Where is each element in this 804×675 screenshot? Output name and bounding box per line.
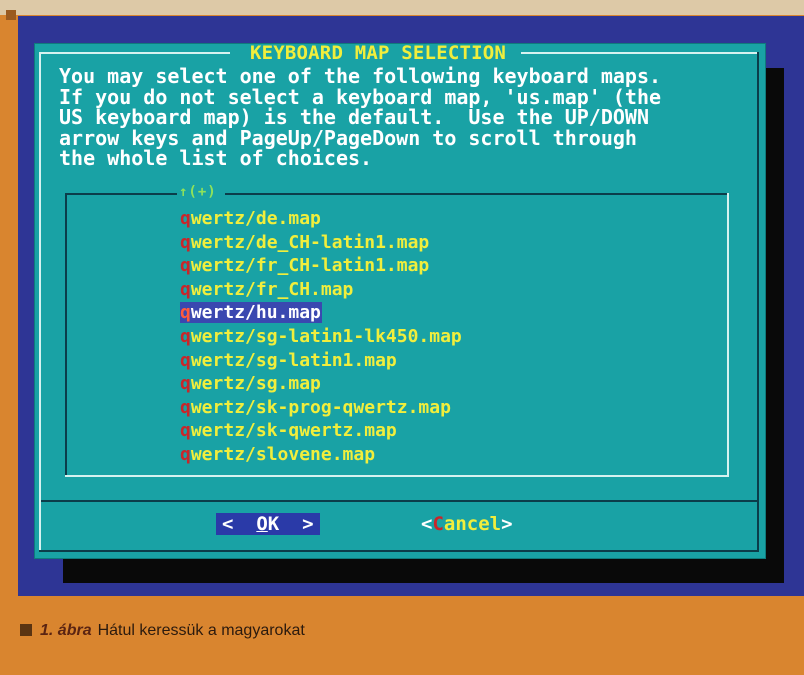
item-hotkey: q <box>180 396 191 418</box>
list-item[interactable]: qwertz/slovene.map <box>180 443 462 467</box>
ok-label: K <box>267 513 280 535</box>
figure-caption: 1. ábra Hátul keressük a magyarokat <box>20 620 305 642</box>
dialog-frame-bottom <box>39 550 759 552</box>
item-hotkey: q <box>180 255 191 277</box>
item-hotkey: q <box>180 278 191 300</box>
button-separator <box>41 500 757 502</box>
list-frame-left <box>65 193 67 477</box>
list-frame-top-left <box>65 193 177 195</box>
cancel-button[interactable]: <Cancel> <box>421 513 513 535</box>
item-label: wertz/de_CH-latin1.map <box>190 231 430 253</box>
dialog-title: KEYBOARD MAP SELECTION <box>249 42 507 64</box>
item-label: wertz/hu.map <box>190 302 321 324</box>
cancel-bracket-right: > <box>501 513 513 535</box>
list-item[interactable]: qwertz/fr_CH-latin1.map <box>180 254 462 278</box>
list-item[interactable]: qwertz/fr_CH.map <box>180 278 462 302</box>
description-line: US keyboard map) is the default. Use the… <box>59 105 650 129</box>
scroll-up-indicator[interactable]: ↑(+) <box>179 182 217 202</box>
caption-label: 1. ábra <box>40 622 92 639</box>
item-label: wertz/sg-latin1.map <box>190 349 397 371</box>
item-hotkey: q <box>180 231 191 253</box>
list-item[interactable]: qwertz/de_CH-latin1.map <box>180 231 462 255</box>
list-item[interactable]: qwertz/sg-latin1-lk450.map <box>180 325 462 349</box>
selection-highlight: qwertz/hu.map <box>180 302 322 324</box>
ok-button[interactable]: < OK > <box>216 513 320 535</box>
cancel-label: ancel <box>443 513 502 535</box>
item-hotkey: q <box>180 349 191 371</box>
ok-bracket-left: < <box>222 513 257 535</box>
page-top-strip <box>0 0 804 15</box>
description-line: You may select one of the following keyb… <box>59 64 662 88</box>
list-item[interactable]: qwertz/de.map <box>180 207 462 231</box>
list-frame-right <box>727 193 729 477</box>
corner-mark <box>6 10 16 20</box>
item-hotkey: q <box>180 443 191 465</box>
keyboard-map-dialog: KEYBOARD MAP SELECTION You may select on… <box>34 42 766 559</box>
item-label: wertz/sk-qwertz.map <box>190 420 397 442</box>
caption-square-icon <box>20 624 32 636</box>
dialog-frame-left <box>39 52 41 552</box>
list-frame-bottom <box>65 475 729 477</box>
item-label: wertz/slovene.map <box>190 443 376 465</box>
item-hotkey: q <box>180 420 191 442</box>
dialog-description: You may select one of the following keyb… <box>59 66 739 169</box>
cancel-bracket-left: < <box>421 513 433 535</box>
item-hotkey: q <box>180 302 191 324</box>
item-hotkey: q <box>180 373 191 395</box>
item-label: wertz/sg-latin1-lk450.map <box>190 325 462 347</box>
list-item[interactable]: qwertz/sk-qwertz.map <box>180 419 462 443</box>
keymap-list: qwertz/de.map qwertz/de_CH-latin1.map qw… <box>180 207 462 467</box>
item-label: wertz/fr_CH-latin1.map <box>190 255 430 277</box>
caption-text: Hátul keressük a magyarokat <box>97 622 305 639</box>
dialog-frame-top-right <box>521 52 759 54</box>
list-item[interactable]: qwertz/sk-prog-qwertz.map <box>180 396 462 420</box>
item-label: wertz/sk-prog-qwertz.map <box>190 396 451 418</box>
dialog-frame-top-left <box>39 52 230 54</box>
ok-hotkey: O <box>256 513 268 535</box>
description-line: arrow keys and PageUp/PageDown to scroll… <box>59 125 637 150</box>
list-item[interactable]: qwertz/sg-latin1.map <box>180 349 462 373</box>
item-hotkey: q <box>180 325 191 347</box>
item-hotkey: q <box>180 208 191 229</box>
list-item-selected[interactable]: qwertz/hu.map <box>180 301 462 325</box>
dialog-frame-right <box>757 52 759 552</box>
item-label: wertz/de.map <box>190 208 321 229</box>
item-label: wertz/fr_CH.map <box>190 278 354 300</box>
item-label: wertz/sg.map <box>190 373 321 395</box>
ok-bracket-right: > <box>279 513 314 535</box>
description-line: If you do not select a keyboard map, 'us… <box>59 84 662 109</box>
cancel-hotkey: C <box>432 513 444 535</box>
description-line: the whole list of choices. <box>59 146 373 170</box>
list-frame-top-right <box>225 193 729 195</box>
list-item[interactable]: qwertz/sg.map <box>180 372 462 396</box>
